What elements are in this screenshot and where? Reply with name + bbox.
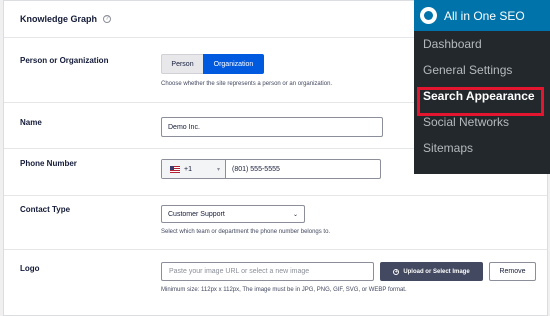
page: Knowledge Graph ? Person or Organization… bbox=[0, 0, 550, 316]
menu-item-sitemaps[interactable]: Sitemaps bbox=[414, 135, 550, 161]
person-org-toggle: Person Organization bbox=[161, 54, 264, 74]
organization-button[interactable]: Organization bbox=[203, 54, 264, 74]
aioseo-menu-title: All in One SEO bbox=[444, 8, 525, 23]
phone-label: Phone Number bbox=[20, 159, 77, 168]
country-code: +1 bbox=[184, 165, 192, 173]
remove-button[interactable]: Remove bbox=[489, 262, 536, 281]
contact-type-row: Contact Type Customer Support ⌄ Select w… bbox=[4, 196, 547, 250]
name-label: Name bbox=[20, 118, 42, 127]
aioseo-menu-header[interactable]: All in One SEO bbox=[414, 0, 550, 31]
country-code-select[interactable]: +1 ▾ bbox=[162, 160, 226, 178]
contact-type-help: Select which team or department the phon… bbox=[161, 229, 331, 235]
us-flag-icon bbox=[170, 165, 180, 173]
logo-row: Logo Paste your image URL or select a ne… bbox=[4, 250, 547, 316]
highlight-box bbox=[417, 87, 544, 116]
logo-help: Minimum size: 112px x 112px, The image m… bbox=[161, 287, 407, 293]
upload-icon: + bbox=[393, 268, 400, 275]
contact-type-label: Contact Type bbox=[20, 205, 71, 214]
chevron-down-icon: ▾ bbox=[216, 166, 220, 173]
contact-type-value: Customer Support bbox=[168, 210, 225, 218]
phone-field: +1 ▾ (801) 555-5555 bbox=[161, 159, 381, 179]
person-button[interactable]: Person bbox=[161, 54, 203, 74]
question-circle-icon[interactable]: ? bbox=[103, 15, 112, 23]
upload-label: Upload or Select Image bbox=[403, 268, 470, 275]
person-org-help: Choose whether the site represents a per… bbox=[161, 81, 333, 87]
logo-controls: Paste your image URL or select a new ima… bbox=[161, 262, 541, 282]
card-title: Knowledge Graph bbox=[20, 14, 98, 24]
logo-url-input[interactable]: Paste your image URL or select a new ima… bbox=[161, 262, 374, 281]
menu-item-dashboard[interactable]: Dashboard bbox=[414, 31, 550, 57]
contact-type-select[interactable]: Customer Support ⌄ bbox=[161, 205, 305, 223]
logo-label: Logo bbox=[20, 264, 40, 273]
name-input[interactable]: Demo Inc. bbox=[161, 117, 383, 137]
phone-input[interactable]: (801) 555-5555 bbox=[226, 160, 280, 178]
person-org-label: Person or Organization bbox=[20, 56, 109, 65]
chevron-down-icon: ⌄ bbox=[292, 211, 298, 218]
upload-image-button[interactable]: + Upload or Select Image bbox=[380, 262, 483, 281]
aioseo-logo-icon bbox=[420, 7, 437, 24]
menu-item-general-settings[interactable]: General Settings bbox=[414, 57, 550, 83]
